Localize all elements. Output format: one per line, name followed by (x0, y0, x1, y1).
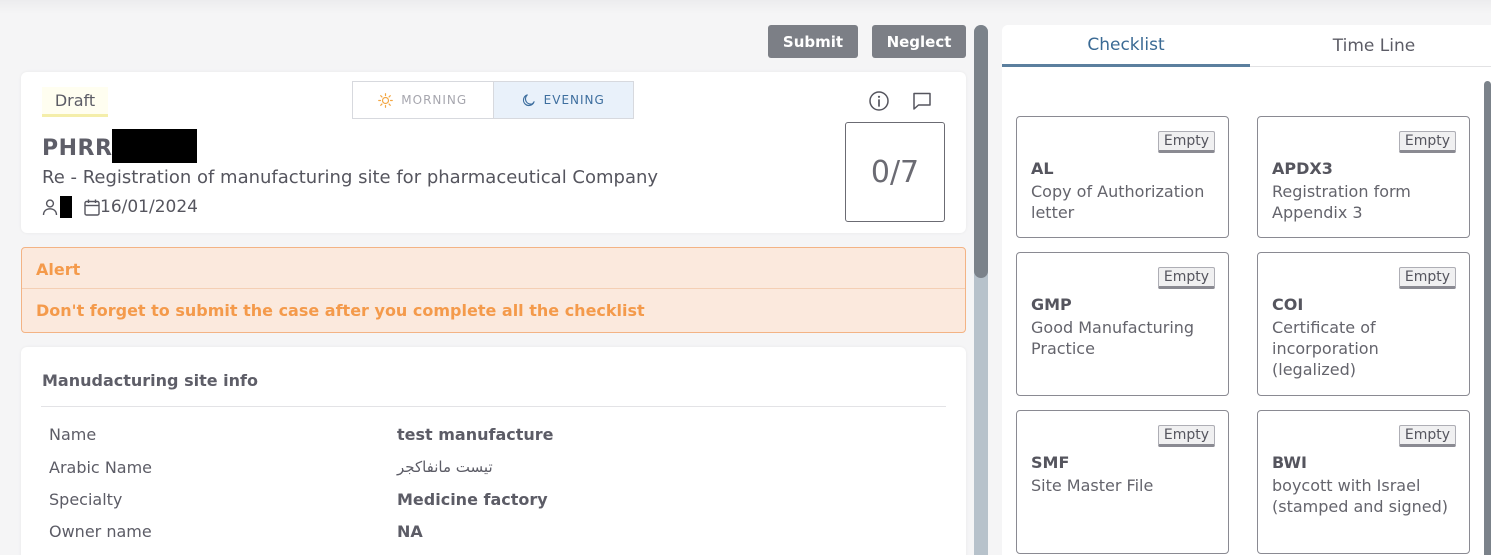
shift-morning-label: MORNING (401, 93, 468, 107)
empty-badge: Empty (1157, 131, 1215, 153)
submit-button[interactable]: Submit (768, 25, 858, 58)
checklist-code: APDX3 (1272, 159, 1333, 178)
redacted-case-number (112, 129, 197, 163)
calendar-icon (84, 199, 100, 216)
case-card: Draft MORNING EVENING PHRR- Re - Registr… (21, 72, 966, 233)
checklist-code: GMP (1031, 295, 1072, 314)
site-info-heading: Manudacturing site info (42, 371, 258, 390)
main-scrollbar[interactable] (974, 25, 988, 555)
empty-badge: Empty (1398, 131, 1456, 153)
shift-morning-option[interactable]: MORNING (353, 82, 493, 118)
info-value: NA (397, 522, 423, 541)
checklist-panel: Checklist Time Line Empty AL Copy of Aut… (1002, 25, 1491, 555)
scrollbar-thumb[interactable] (974, 25, 988, 278)
checklist-description: Registration form Appendix 3 (1272, 182, 1411, 222)
checklist-description: boycott with Israel (stamped and signed) (1272, 476, 1448, 516)
checklist-description: Copy of Authorization letter (1031, 182, 1205, 222)
alert-title: Alert (36, 260, 81, 279)
case-date: 16/01/2024 (100, 197, 198, 217)
comment-icon[interactable] (911, 90, 933, 112)
checklist-item[interactable]: Empty SMF Site Master File (1016, 410, 1229, 554)
sun-icon (378, 92, 394, 108)
checklist-code: AL (1031, 159, 1054, 178)
checklist-description: Good Manufacturing Practice (1031, 318, 1195, 358)
redacted-user (60, 196, 72, 218)
empty-badge: Empty (1398, 425, 1456, 447)
info-icon[interactable] (868, 90, 890, 112)
checklist-description: Certificate of incorporation (legalized) (1272, 318, 1379, 379)
tab-checklist[interactable]: Checklist (1002, 25, 1250, 67)
checklist-code: BWI (1272, 453, 1307, 472)
neglect-button[interactable]: Neglect (872, 25, 966, 58)
info-label: Name (49, 425, 97, 444)
info-value: تيست مانفاكجر (397, 458, 493, 476)
shift-evening-option[interactable]: EVENING (492, 82, 633, 118)
alert-divider (22, 288, 965, 289)
checklist-item[interactable]: Empty BWI boycott with Israel (stamped a… (1257, 410, 1470, 554)
site-info-card: Manudacturing site info Name test manufa… (21, 347, 966, 555)
case-meta: 16/01/2024 (42, 196, 198, 218)
shift-toggle: MORNING EVENING (352, 81, 634, 119)
checklist-item[interactable]: Empty APDX3 Registration form Appendix 3 (1257, 116, 1470, 238)
info-value: Medicine factory (397, 490, 548, 509)
status-badge: Draft (42, 87, 108, 117)
checklist-item[interactable]: Empty GMP Good Manufacturing Practice (1016, 252, 1229, 396)
empty-badge: Empty (1157, 267, 1215, 289)
checklist-description: Site Master File (1031, 476, 1154, 495)
checklist-scrollbar[interactable] (1484, 81, 1491, 555)
info-value: test manufacture (397, 425, 554, 444)
empty-badge: Empty (1157, 425, 1215, 447)
checklist-item[interactable]: Empty AL Copy of Authorization letter (1016, 116, 1229, 238)
info-label: Specialty (49, 490, 123, 509)
divider (41, 406, 946, 407)
alert-message: Don't forget to submit the case after yo… (36, 301, 645, 320)
empty-badge: Empty (1398, 267, 1456, 289)
info-label: Arabic Name (49, 458, 153, 477)
case-number: PHRR- (42, 136, 123, 161)
shift-evening-label: EVENING (543, 93, 605, 107)
case-title: Re - Registration of manufacturing site … (42, 167, 659, 188)
moon-icon (522, 94, 535, 107)
checklist-item[interactable]: Empty COI Certificate of incorporation (… (1257, 252, 1470, 396)
checklist-code: SMF (1031, 453, 1070, 472)
user-icon (42, 199, 58, 216)
alert-banner: Alert Don't forget to submit the case af… (21, 247, 966, 333)
top-bar (0, 0, 1491, 14)
checklist-progress: 0/7 (845, 122, 945, 222)
checklist-code: COI (1272, 295, 1304, 314)
tab-timeline[interactable]: Time Line (1250, 25, 1491, 67)
info-label: Owner name (49, 522, 152, 541)
